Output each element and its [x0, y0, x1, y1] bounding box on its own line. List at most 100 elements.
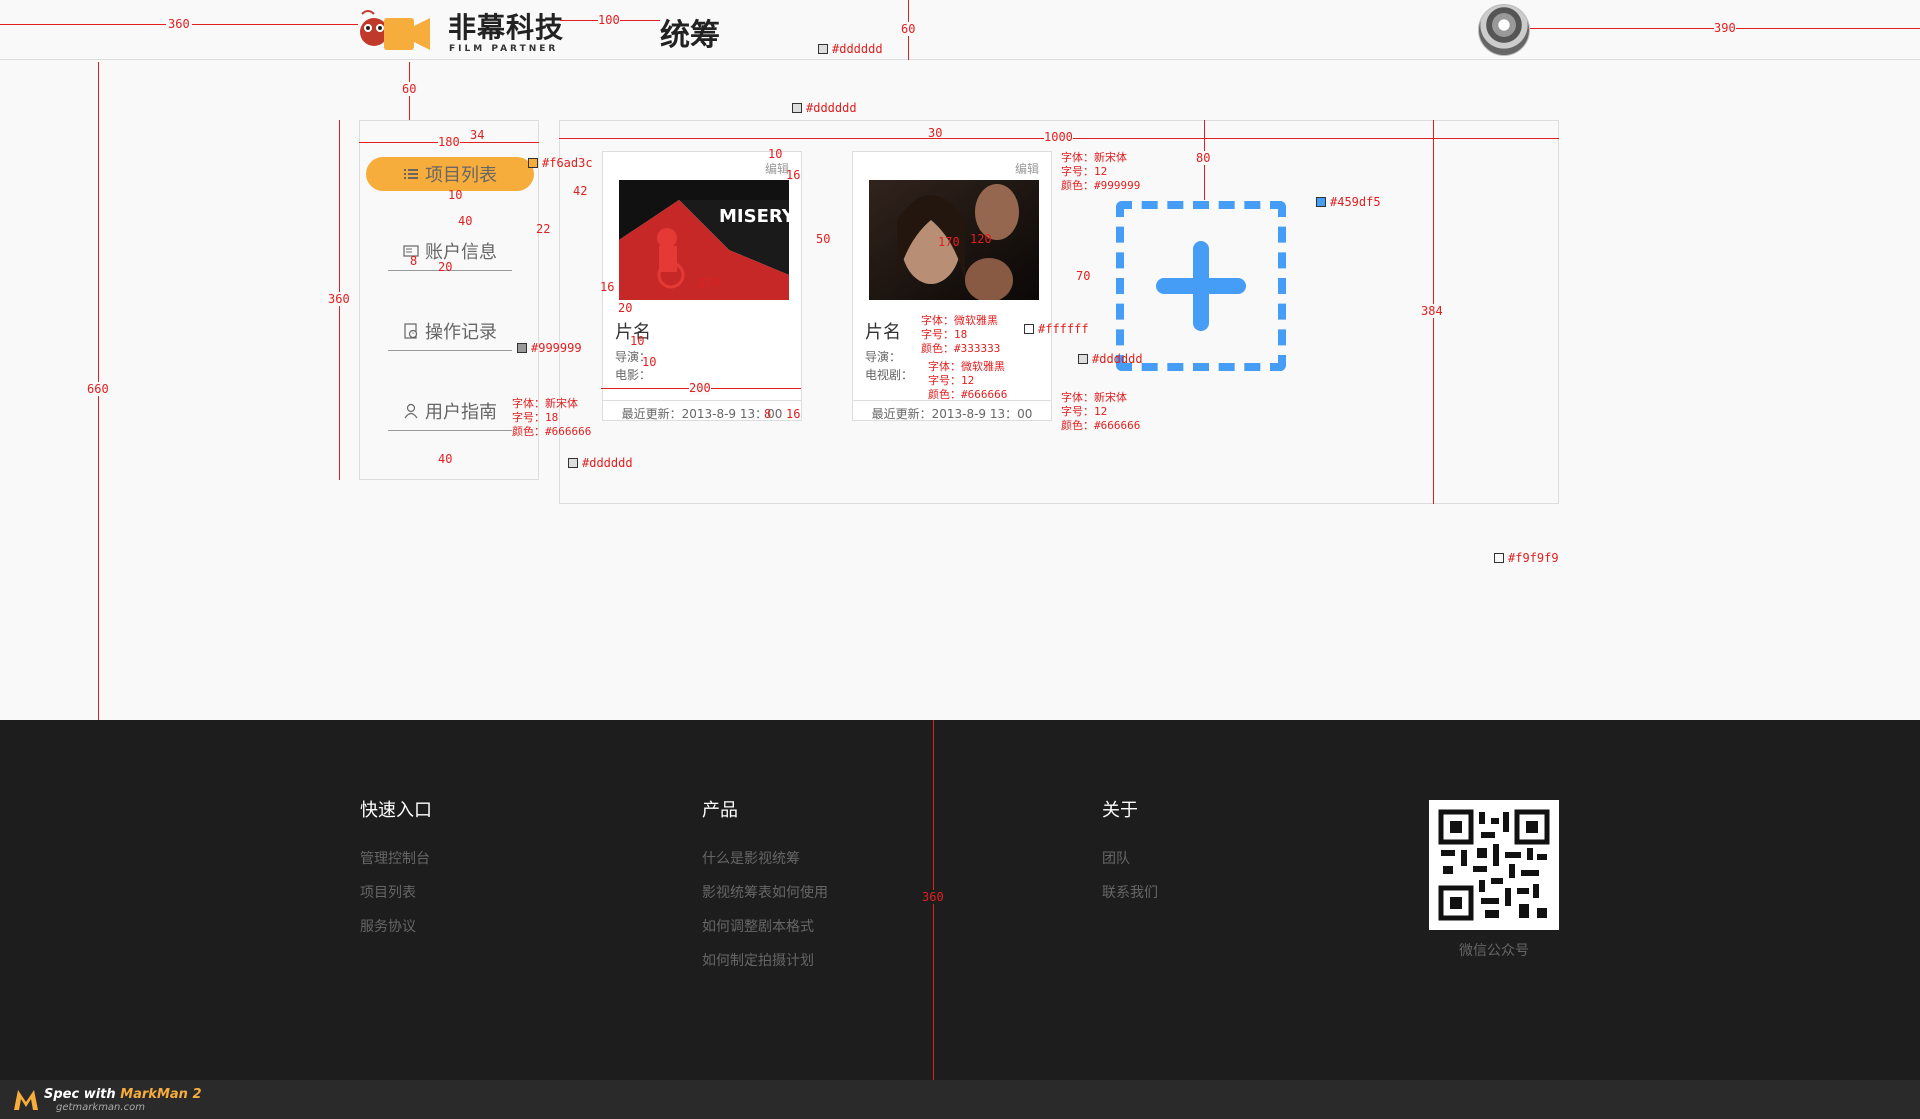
sidebar-item-label: 账户信息: [425, 241, 497, 263]
dim-label: 384: [1421, 304, 1443, 318]
sidebar-item-label: 操作记录: [425, 321, 497, 343]
dim-label: 10: [630, 334, 645, 348]
dim-label: 100: [598, 13, 620, 27]
color-label: #999999: [531, 341, 582, 355]
dim-label: 50: [816, 232, 831, 246]
font-spec: 颜色：#999999: [1061, 179, 1141, 192]
font-spec: 字体：新宋体: [1061, 151, 1127, 164]
dim-label: 660: [87, 382, 109, 396]
brand-subtitle: FILM PARTNER: [449, 44, 559, 54]
footer-link[interactable]: 联系我们: [1102, 882, 1158, 902]
card-director: 导演：: [865, 350, 902, 364]
history-icon: [404, 322, 418, 339]
list-icon: [404, 169, 418, 179]
dim-label: 8: [410, 254, 418, 268]
footer-heading: 快速入口: [360, 800, 432, 821]
dim-label: 360: [166, 17, 192, 31]
font-spec: 字号：18: [512, 411, 559, 424]
dim-label: 20: [618, 301, 633, 315]
dim-label: 16: [786, 168, 801, 182]
add-project-button[interactable]: [1116, 201, 1286, 371]
sidebar-item-history[interactable]: 操作记录: [388, 311, 512, 351]
font-spec: 字体：微软雅黑: [921, 314, 998, 327]
avatar[interactable]: [1478, 4, 1530, 56]
dim-label: 8: [764, 407, 772, 421]
color-label: #ffffff: [1038, 322, 1089, 336]
footer: 快速入口 管理控制台 项目列表 服务协议 产品 什么是影视统筹 影视统筹表如何使…: [0, 720, 1920, 1080]
qr-code: [1429, 800, 1559, 930]
font-spec: 字体：新宋体: [1061, 391, 1127, 404]
dim-label: 200: [689, 381, 711, 395]
dim-label: 22: [536, 222, 551, 236]
dim-label: 20: [438, 260, 453, 274]
sidebar-item-label: 用户指南: [425, 401, 497, 423]
sidebar-item-label: 项目列表: [425, 165, 497, 186]
font-spec: 字号：12: [1061, 165, 1108, 178]
markman-site[interactable]: getmarkman.com: [56, 1102, 145, 1113]
dim-label: 360: [328, 292, 350, 306]
markman-title: Spec with MarkMan 2: [44, 1087, 202, 1102]
dim-label: 16: [786, 407, 801, 421]
brand-name: 非幕科技: [448, 11, 565, 44]
footer-link[interactable]: 影视统筹表如何使用: [702, 882, 828, 902]
sidebar-item-projects[interactable]: 项目列表: [366, 157, 534, 191]
dim-label: 42: [573, 184, 588, 198]
font-spec: 颜色：#666666: [1061, 419, 1141, 432]
sidebar-item-guide[interactable]: 用户指南: [388, 391, 512, 431]
markman-logo-icon: [14, 1090, 38, 1110]
dim-label: 60: [901, 22, 916, 36]
footer-link[interactable]: 服务协议: [360, 916, 416, 936]
dim-label: 1000: [1044, 130, 1073, 144]
dim-label: 34: [470, 128, 485, 142]
dim-label: 40: [458, 214, 473, 228]
dim-label: 10: [768, 147, 783, 161]
footer-link[interactable]: 什么是影视统筹: [702, 848, 800, 868]
color-label: #459df5: [1330, 195, 1381, 209]
dim-label: 120: [970, 232, 992, 246]
dim-label: 360: [922, 890, 944, 904]
edit-link[interactable]: 编辑: [1015, 160, 1039, 177]
dim-label: 170: [938, 235, 960, 249]
card-updated: 最近更新：2013-8-9 13：00: [603, 400, 801, 422]
dim-label: 60: [402, 82, 417, 96]
dim-label: 10: [448, 188, 463, 202]
color-label: #dddddd: [582, 456, 633, 470]
font-spec: 字号：12: [928, 374, 975, 387]
font-spec: 字体：新宋体: [512, 397, 578, 410]
font-spec: 字体：微软雅黑: [928, 360, 1005, 373]
markman-bar: Spec with MarkMan 2 getmarkman.com: [0, 1080, 1920, 1119]
color-label: #dddddd: [832, 42, 883, 56]
color-label: #dddddd: [806, 101, 857, 115]
qr-label: 微信公众号: [1459, 943, 1529, 959]
footer-link[interactable]: 如何制定拍摄计划: [702, 950, 814, 970]
project-panel: 编辑 MISERY 片名 导演： 电影： 最近更新：2013-8-9 13：00…: [559, 120, 1559, 504]
dim-label: 70: [1076, 269, 1091, 283]
logo-icon: [360, 10, 430, 50]
poster-title: MISERY: [719, 206, 789, 227]
user-icon: [404, 403, 418, 418]
color-label: #dddddd: [1092, 352, 1143, 366]
footer-link[interactable]: 管理控制台: [360, 848, 430, 868]
footer-heading: 产品: [702, 800, 738, 821]
card-type: 电视剧：: [865, 368, 914, 382]
card-title: 片名: [865, 322, 901, 343]
dim-label: 180: [438, 135, 460, 149]
dim-label: 16: [600, 280, 615, 294]
font-spec: 颜色：#666666: [928, 388, 1008, 401]
footer-link[interactable]: 如何调整剧本格式: [702, 916, 814, 936]
card-updated: 最近更新：2013-8-9 13：00: [853, 400, 1051, 422]
dim-label: 270: [698, 276, 720, 290]
color-label: #f6ad3c: [542, 156, 593, 170]
color-label: #f9f9f9: [1508, 551, 1559, 565]
font-spec: 字号：18: [921, 328, 968, 341]
dim-label: 80: [1196, 151, 1211, 165]
dim-label: 30: [928, 126, 943, 140]
header: 非幕科技 FILM PARTNER 统筹: [0, 0, 1920, 60]
page-title: 统筹: [660, 18, 720, 53]
font-spec: 字号：12: [1061, 405, 1108, 418]
footer-link[interactable]: 项目列表: [360, 882, 416, 902]
footer-heading: 关于: [1102, 800, 1138, 821]
footer-link[interactable]: 团队: [1102, 848, 1130, 868]
font-spec: 颜色：#666666: [512, 425, 592, 438]
dim-label: 390: [1714, 21, 1736, 35]
